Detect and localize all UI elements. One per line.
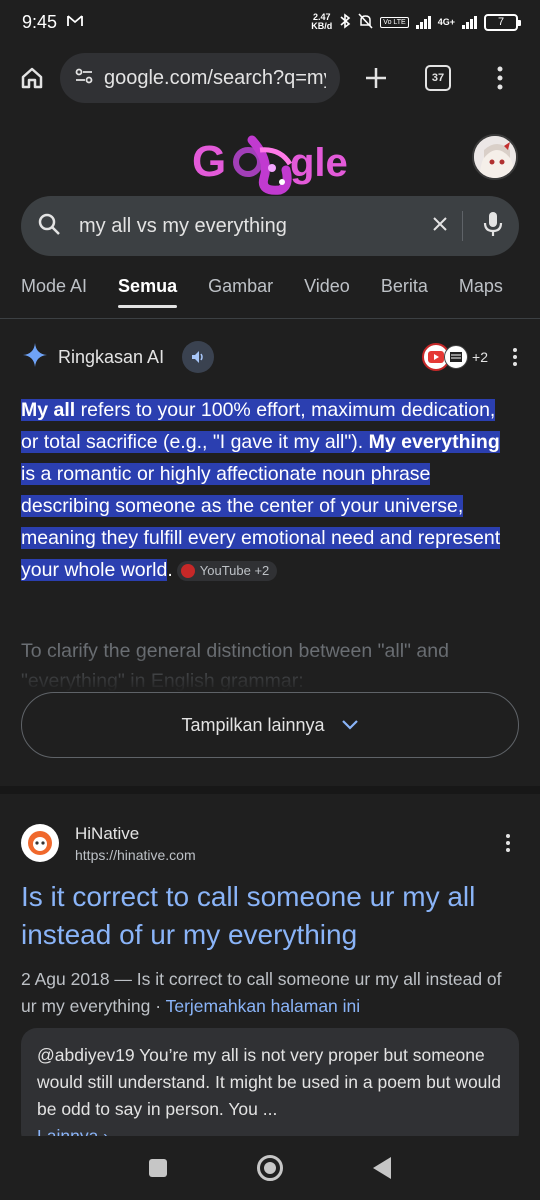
term-my-all: My all	[21, 399, 76, 421]
volte-badge: Vo LTE	[380, 16, 409, 28]
term-my-everything: My everything	[368, 431, 500, 453]
result-menu-icon[interactable]	[503, 834, 513, 852]
answer-more-link[interactable]: Lainnya ›	[37, 1123, 503, 1136]
youtube-chip-icon	[180, 563, 195, 578]
network-speed-unit: KB/d	[311, 21, 333, 31]
network-type: 4G+	[437, 17, 455, 27]
search-divider	[462, 211, 463, 241]
url-text: google.com/search?q=my+	[104, 66, 326, 89]
address-bar[interactable]: google.com/search?q=my+	[60, 53, 340, 103]
signal-icon	[415, 15, 431, 29]
ai-overview-text: My all refers to your 100% effort, maxim…	[21, 394, 511, 586]
tab-count: 37	[425, 65, 451, 91]
tab-gambar[interactable]: Gambar	[208, 272, 273, 316]
show-more-button[interactable]: Tampilkan lainnya	[21, 692, 519, 758]
battery-icon: 7	[484, 13, 521, 31]
translate-page-link[interactable]: Terjemahkan halaman ini	[166, 996, 361, 1016]
tabs-divider	[0, 318, 540, 319]
tab-mode-ai[interactable]: Mode AI	[21, 272, 87, 316]
tab-berita[interactable]: Berita	[381, 272, 428, 316]
section-divider	[0, 786, 540, 794]
result-source[interactable]: HiNative https://hinative.com	[21, 818, 519, 868]
gmail-notification-icon	[67, 14, 83, 30]
search-results-page: G gle my all vs my everything Mode AI Se…	[0, 112, 540, 1136]
ai-overview-menu-icon[interactable]	[510, 348, 520, 366]
answer-text: @abdiyev19 You’re my all is not very pro…	[37, 1045, 502, 1119]
recents-button[interactable]	[149, 1159, 167, 1177]
search-icon[interactable]	[37, 212, 61, 241]
ai-text-end: .	[167, 559, 173, 581]
result-snippet: 2 Agu 2018 — Is it correct to call someo…	[21, 966, 519, 1020]
bluetooth-icon	[339, 12, 351, 32]
ai-sources[interactable]: +2	[422, 343, 520, 371]
search-box[interactable]: my all vs my everything	[21, 196, 519, 256]
tab-video[interactable]: Video	[304, 272, 350, 316]
ai-highlight: My all refers to your 100% effort, maxim…	[21, 399, 501, 581]
listen-speaker-icon[interactable]	[182, 341, 215, 373]
chevron-down-icon	[341, 715, 359, 736]
home-button[interactable]	[257, 1155, 283, 1181]
site-url: https://hinative.com	[75, 846, 196, 863]
ai-overview-faded-text: To clarify the general distinction betwe…	[21, 636, 511, 692]
signal-icon-2	[462, 15, 477, 29]
network-speed: 2.47 KB/d	[311, 13, 332, 31]
second-source-icon[interactable]	[444, 345, 469, 369]
status-bar: 9:45 2.47 KB/d Vo LTE 4G+ 7	[0, 0, 540, 44]
account-avatar[interactable]	[472, 134, 518, 180]
snippet-separator: ·	[150, 996, 166, 1016]
gemini-sparkle-icon	[22, 342, 48, 373]
source-chip-label: YouTube +2	[199, 562, 270, 578]
site-name: HiNative	[75, 823, 140, 843]
site-info: HiNative https://hinative.com	[75, 824, 196, 863]
hinative-favicon	[21, 824, 59, 862]
show-more-label: Tampilkan lainnya	[181, 714, 325, 735]
ai-overview-title: Ringkasan AI	[58, 346, 165, 367]
status-time: 9:45	[22, 11, 58, 32]
doodle-text-gle: gle	[290, 141, 348, 185]
mute-bell-icon	[358, 12, 373, 32]
microphone-icon[interactable]	[483, 210, 503, 243]
search-tabs: Mode AI Semua Gambar Video Berita Maps	[0, 272, 540, 316]
result-title-link[interactable]: Is it correct to call someone ur my all …	[21, 878, 519, 954]
google-doodle[interactable]: G gle	[190, 130, 355, 200]
search-input[interactable]: my all vs my everything	[79, 215, 432, 238]
sources-count: +2	[472, 349, 488, 365]
clear-search-icon[interactable]	[432, 216, 448, 237]
tab-switcher-button[interactable]: 37	[418, 58, 458, 98]
source-chip[interactable]: YouTube +2	[176, 560, 278, 581]
back-button[interactable]	[373, 1157, 391, 1179]
svg-text:G: G	[192, 137, 226, 186]
battery-level: 7	[497, 16, 505, 28]
new-tab-icon[interactable]	[356, 58, 396, 98]
home-icon[interactable]	[12, 58, 52, 98]
tab-semua[interactable]: Semua	[118, 272, 178, 316]
status-icons: 2.47 KB/d Vo LTE 4G+ 7	[311, 12, 521, 32]
answer-preview[interactable]: @abdiyev19 You’re my all is not very pro…	[21, 1028, 519, 1136]
system-nav-bar	[0, 1136, 540, 1200]
ai-overview-header: Ringkasan AI +2	[22, 340, 520, 374]
browser-menu-icon[interactable]	[480, 58, 520, 98]
tab-maps[interactable]: Maps	[459, 272, 503, 316]
header: G gle	[0, 112, 540, 198]
site-settings-icon[interactable]	[74, 66, 94, 91]
browser-toolbar: google.com/search?q=my+ 37	[0, 44, 540, 112]
